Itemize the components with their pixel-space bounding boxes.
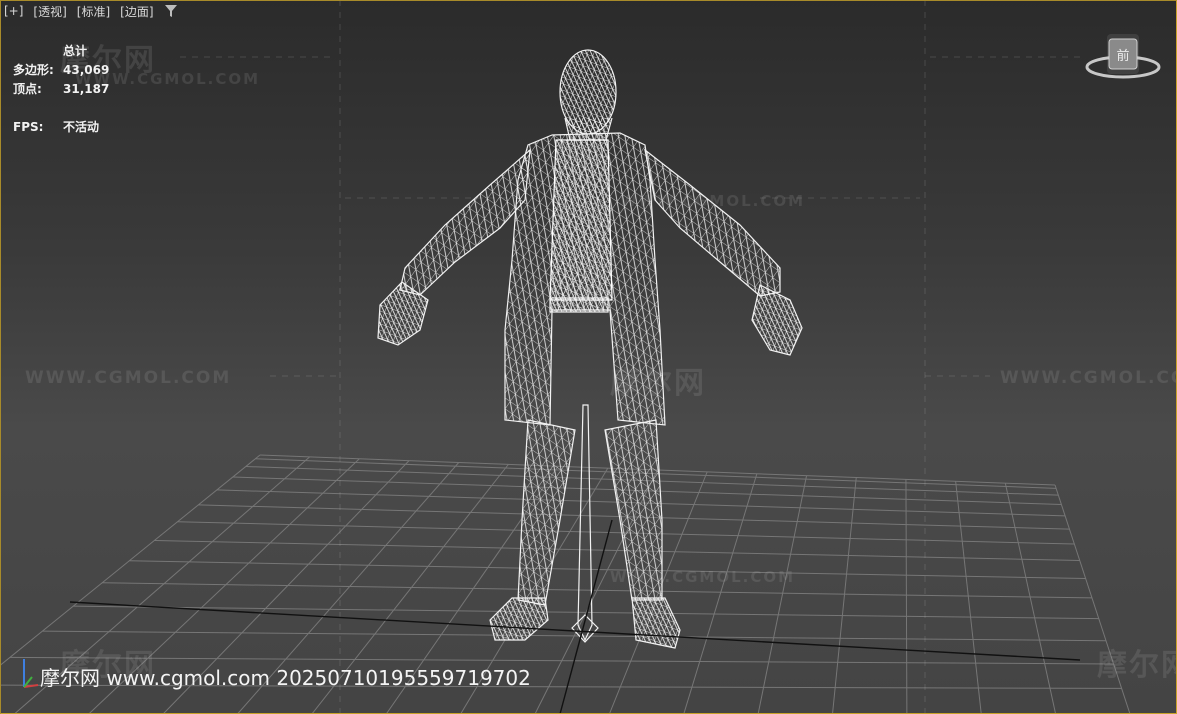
perspective-viewport[interactable]: 摩尔网 WWW.CGMOL.COM WWW.CGMOL.COM 摩尔网 WWW.… [0,0,1177,714]
filter-icon[interactable] [164,4,178,18]
watermark-logo-bottom-right: 摩尔网 [1097,648,1177,683]
vertices-label: 顶点: [13,82,42,96]
stats-header: 总计 [63,44,88,58]
viewport-view-menu[interactable]: [透视] [33,3,66,20]
character-wireframe-mesh[interactable] [377,49,803,649]
polygons-label: 多边形: [13,63,54,77]
viewport-display-mode-menu[interactable]: [边面] [120,3,153,20]
viewport-label-menu: [+] [透视] [标准] [边面] [4,2,178,20]
fps-label: FPS: [13,120,44,134]
viewcube[interactable]: 前 [1083,33,1163,83]
footer-watermark-text: 摩尔网 www.cgmol.com 20250710195559719702 [40,666,531,690]
watermark-url-bottom-center: WWW.CGMOL.COM [610,568,796,586]
watermark-url-center-top: WWW.CGMOL.COM [620,192,806,210]
viewport-shading-quality-menu[interactable]: [标准] [77,3,110,20]
scene-canvas[interactable] [0,0,1177,714]
viewport-plus-menu[interactable]: [+] [4,4,23,18]
axis-tripod-icon [18,655,40,695]
watermark-url-right: WWW.CGMOL.COM [1000,368,1177,388]
fps-value: 不活动 [63,120,100,134]
vertices-value: 31,187 [63,82,110,96]
watermark-logo-center: 摩尔网 [610,366,706,401]
polygons-value: 43,069 [63,63,110,77]
watermark-url-left: WWW.CGMOL.COM [25,368,232,388]
viewcube-face-label: 前 [1116,48,1129,64]
